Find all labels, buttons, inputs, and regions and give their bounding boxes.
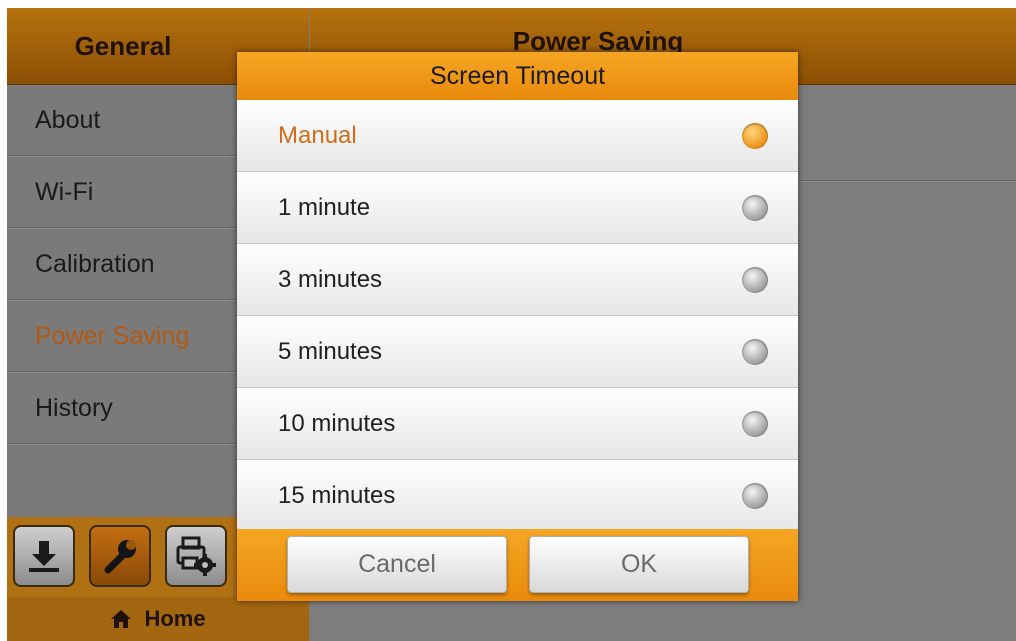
radio-icon[interactable] bbox=[742, 482, 768, 509]
printer-settings-icon bbox=[176, 536, 216, 576]
option-1-minute[interactable]: 1 minute bbox=[237, 172, 798, 244]
sidebar-item-label: Power Saving bbox=[35, 321, 190, 350]
option-label: 10 minutes bbox=[278, 409, 396, 437]
radio-icon[interactable] bbox=[742, 266, 768, 293]
tools-button[interactable] bbox=[89, 525, 151, 587]
sidebar-item-label: Wi-Fi bbox=[35, 177, 94, 206]
option-15-minutes[interactable]: 15 minutes bbox=[237, 460, 798, 532]
sidebar-item-label: History bbox=[35, 393, 113, 422]
printer-settings-button[interactable] bbox=[165, 525, 227, 587]
ok-button[interactable]: OK bbox=[529, 536, 749, 593]
radio-icon[interactable] bbox=[742, 338, 768, 365]
dialog-title: Screen Timeout bbox=[237, 52, 798, 100]
sidebar-item-label: About bbox=[35, 105, 101, 134]
option-label: 3 minutes bbox=[278, 265, 383, 293]
home-button[interactable]: Home bbox=[7, 597, 309, 641]
option-label: 15 minutes bbox=[278, 481, 396, 509]
dialog-title-text: Screen Timeout bbox=[429, 61, 606, 90]
sidebar-title: General bbox=[74, 30, 172, 61]
option-label: 1 minute bbox=[278, 193, 371, 221]
option-label: 5 minutes bbox=[278, 337, 383, 365]
download-button[interactable] bbox=[13, 525, 75, 587]
home-label: Home bbox=[144, 606, 206, 631]
option-3-minutes[interactable]: 3 minutes bbox=[237, 244, 798, 316]
dialog-footer: Cancel OK bbox=[237, 529, 798, 601]
option-label: Manual bbox=[278, 121, 357, 149]
sidebar-item-label: Calibration bbox=[35, 249, 155, 278]
radio-icon[interactable] bbox=[742, 194, 768, 221]
screen-timeout-dialog: Screen Timeout Manual 1 minute 3 minutes… bbox=[237, 52, 798, 601]
radio-selected-icon[interactable] bbox=[742, 122, 768, 149]
option-manual[interactable]: Manual bbox=[237, 100, 798, 172]
option-5-minutes[interactable]: 5 minutes bbox=[237, 316, 798, 388]
home-icon bbox=[111, 610, 132, 628]
cancel-button[interactable]: Cancel bbox=[287, 536, 507, 593]
option-10-minutes[interactable]: 10 minutes bbox=[237, 388, 798, 460]
download-icon bbox=[29, 541, 59, 572]
radio-icon[interactable] bbox=[742, 410, 768, 437]
wrench-icon bbox=[104, 540, 136, 574]
